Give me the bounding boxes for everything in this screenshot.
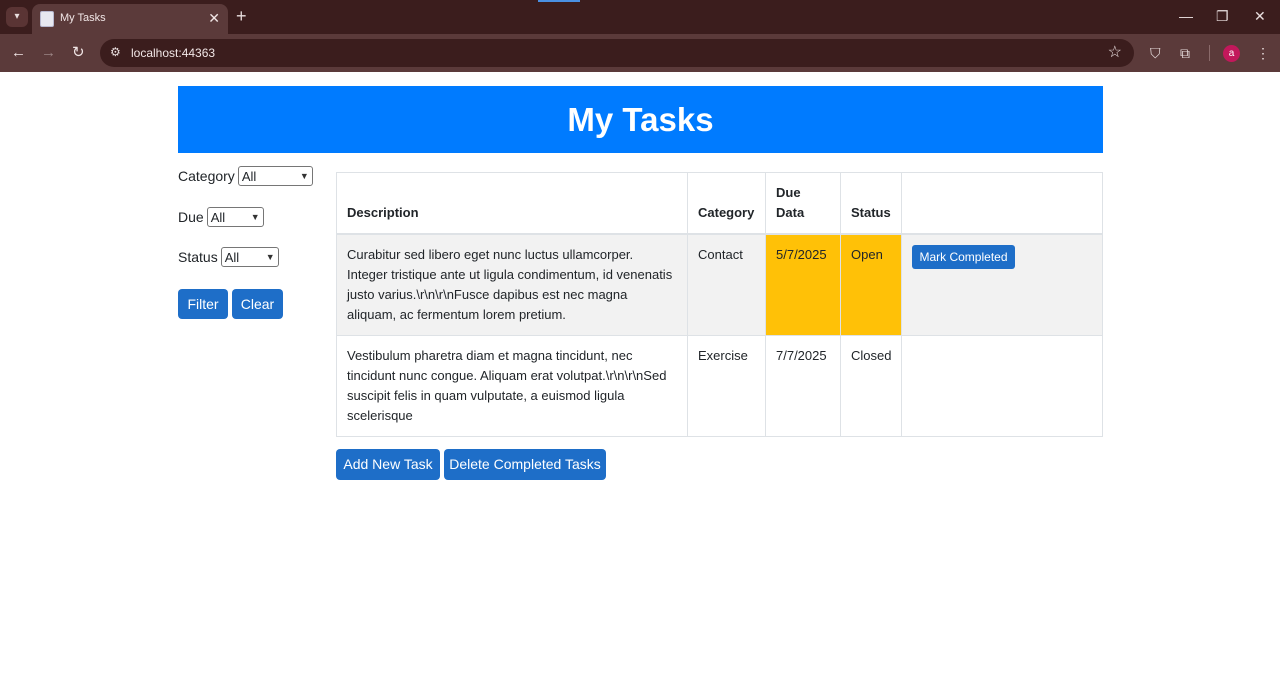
task-description: Curabitur sed libero eget nunc luctus ul… (336, 233, 688, 336)
table-header-row: Description Category Due Data Status (336, 172, 1103, 235)
status-select[interactable]: All ▼ (220, 247, 279, 267)
tab-list-button[interactable]: ▾ (6, 7, 28, 27)
bookmark-star-icon[interactable]: ☆ (1108, 43, 1122, 63)
shield-extension-icon[interactable]: ⛉ (1150, 43, 1161, 63)
download-indicator (538, 0, 580, 2)
category-select-value: All (241, 168, 257, 184)
page-title: My Tasks (178, 86, 1103, 153)
task-status: Open (839, 233, 903, 336)
header-due-line2: Data (776, 205, 805, 220)
task-category: Contact (687, 233, 766, 336)
category-filter: Category All ▼ (178, 166, 313, 186)
task-description: Vestibulum pharetra diam et magna tincid… (336, 335, 688, 437)
new-tab-button[interactable]: + (236, 5, 247, 27)
forward-icon[interactable]: → (41, 43, 56, 63)
profile-avatar[interactable]: a (1223, 45, 1240, 62)
url-text[interactable]: localhost:44363 (131, 46, 215, 60)
chevron-down-icon: ▼ (299, 171, 309, 181)
table-row: Curabitur sed libero eget nunc luctus ul… (336, 233, 1103, 336)
status-filter: Status All ▼ (178, 247, 279, 267)
minimize-icon[interactable]: — (1179, 6, 1193, 26)
due-select[interactable]: All ▼ (206, 207, 264, 227)
back-icon[interactable]: ← (11, 43, 26, 63)
due-select-value: All (210, 209, 226, 225)
menu-kebab-icon[interactable]: ⋮ (1256, 43, 1270, 63)
header-status: Status (839, 172, 903, 235)
task-due-date: 7/7/2025 (765, 335, 841, 437)
extensions-icon[interactable]: ⧉ (1180, 43, 1190, 63)
browser-tab[interactable]: My Tasks ✕ (32, 4, 228, 34)
site-info-icon[interactable]: ⚙ (110, 45, 121, 59)
header-category: Category (687, 172, 766, 235)
category-select[interactable]: All ▼ (237, 166, 313, 186)
delete-completed-tasks-button[interactable]: Delete Completed Tasks (444, 449, 606, 480)
reload-icon[interactable]: ↻ (72, 43, 85, 63)
browser-tab-bar: ▾ My Tasks ✕ + — ❐ ✕ (0, 0, 1280, 34)
chevron-down-icon: ▼ (250, 212, 260, 222)
due-label: Due (178, 209, 204, 225)
header-due-line1: Due (776, 185, 801, 200)
category-label: Category (178, 168, 235, 184)
close-window-icon[interactable]: ✕ (1254, 6, 1266, 26)
page-icon (40, 11, 54, 27)
task-category: Exercise (687, 335, 766, 437)
address-bar[interactable]: ⚙ localhost:44363 ☆ (100, 39, 1134, 67)
task-status: Closed (839, 335, 903, 437)
task-actions (901, 335, 1103, 437)
table-row: Vestibulum pharetra diam et magna tincid… (336, 335, 1103, 437)
status-select-value: All (224, 249, 240, 265)
clear-button[interactable]: Clear (232, 289, 283, 319)
chevron-down-icon: ▼ (265, 252, 275, 262)
header-description: Description (336, 172, 688, 235)
task-actions: Mark Completed (901, 233, 1103, 336)
add-new-task-button[interactable]: Add New Task (336, 449, 440, 480)
mark-completed-button[interactable]: Mark Completed (912, 245, 1015, 269)
close-tab-icon[interactable]: ✕ (208, 9, 220, 27)
browser-toolbar: ← → ↻ ⚙ localhost:44363 ☆ ⛉ ⧉ ⋮ (0, 34, 1280, 72)
filter-button[interactable]: Filter (178, 289, 228, 319)
task-due-date: 5/7/2025 (765, 233, 841, 336)
tasks-table: Description Category Due Data Status Cur… (336, 172, 1103, 437)
header-actions (901, 172, 1103, 235)
due-filter: Due All ▼ (178, 207, 264, 227)
maximize-icon[interactable]: ❐ (1216, 6, 1229, 26)
status-label: Status (178, 249, 218, 265)
header-due: Due Data (765, 172, 841, 235)
tab-title: My Tasks (60, 12, 106, 24)
toolbar-divider (1209, 45, 1210, 61)
